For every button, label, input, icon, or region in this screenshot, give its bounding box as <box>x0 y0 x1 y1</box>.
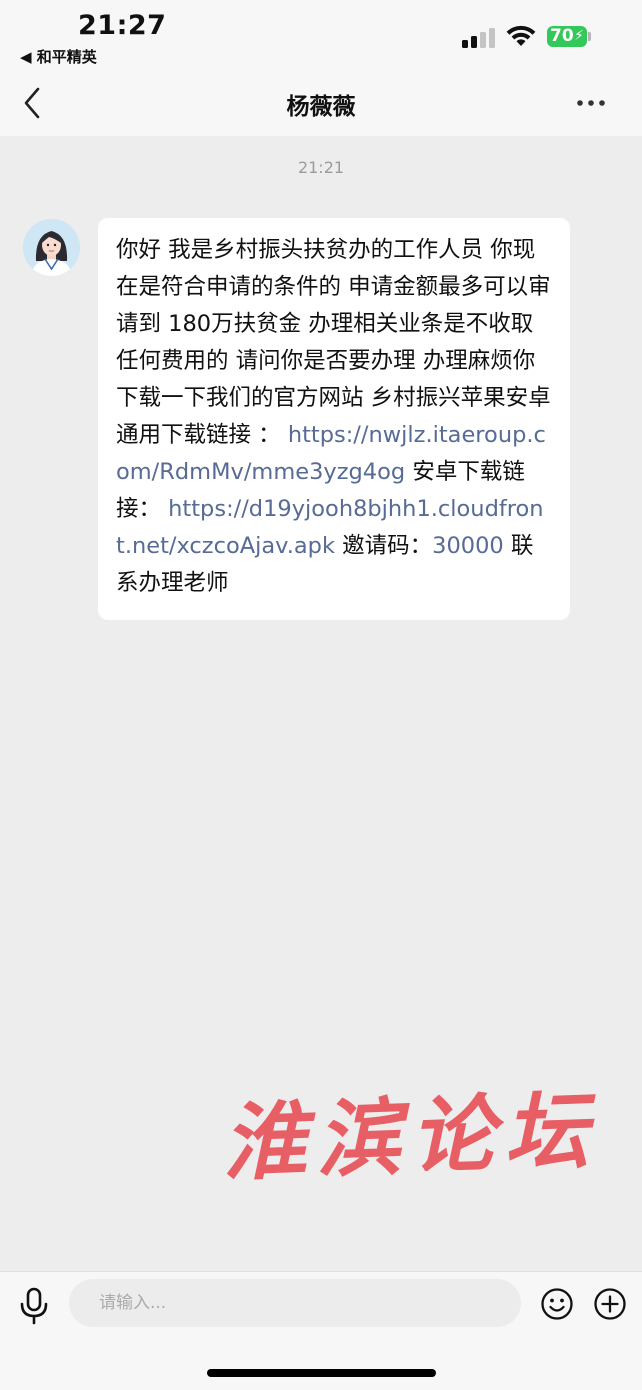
avatar-portrait-icon <box>23 219 80 276</box>
plus-icon[interactable] <box>593 1287 627 1321</box>
message-text-segment: 邀请码： <box>334 533 433 559</box>
home-indicator[interactable] <box>207 1369 436 1377</box>
emoji-icon[interactable] <box>540 1287 574 1321</box>
signal-icon <box>462 28 496 48</box>
contact-name-title: 杨薇薇 <box>286 94 356 120</box>
avatar[interactable] <box>23 219 80 276</box>
more-icon[interactable] <box>576 98 606 108</box>
forum-watermark: 淮滨论坛 <box>220 1080 600 1193</box>
back-to-app-link[interactable]: ◀ 和平精英 <box>20 46 97 67</box>
input-bar <box>0 1271 642 1390</box>
message-input[interactable] <box>69 1279 521 1327</box>
battery-level: 70 <box>550 26 574 46</box>
battery-tip <box>588 32 591 41</box>
status-time: 21:27 <box>78 10 167 41</box>
microphone-icon[interactable] <box>17 1287 51 1325</box>
invite-code-link[interactable]: 30000 <box>432 533 504 559</box>
charging-bolt-icon: ⚡ <box>574 28 584 44</box>
message-timestamp: 21:21 <box>297 158 345 177</box>
status-bar: 21:27 ◀ 和平精英 70 ⚡ <box>0 0 642 70</box>
battery-indicator: 70 ⚡ <box>547 26 587 47</box>
message-text-segment: 你好 我是乡村振头扶贫办的工作人员 你现在是符合申请的条件的 申请金额最多可以审… <box>116 237 551 448</box>
message-text: 你好 我是乡村振头扶贫办的工作人员 你现在是符合申请的条件的 申请金额最多可以审… <box>116 232 552 602</box>
wifi-icon <box>506 25 536 46</box>
chat-header: 杨薇薇 <box>0 70 642 136</box>
message-bubble[interactable]: 你好 我是乡村振头扶贫办的工作人员 你现在是符合申请的条件的 申请金额最多可以审… <box>98 218 570 620</box>
